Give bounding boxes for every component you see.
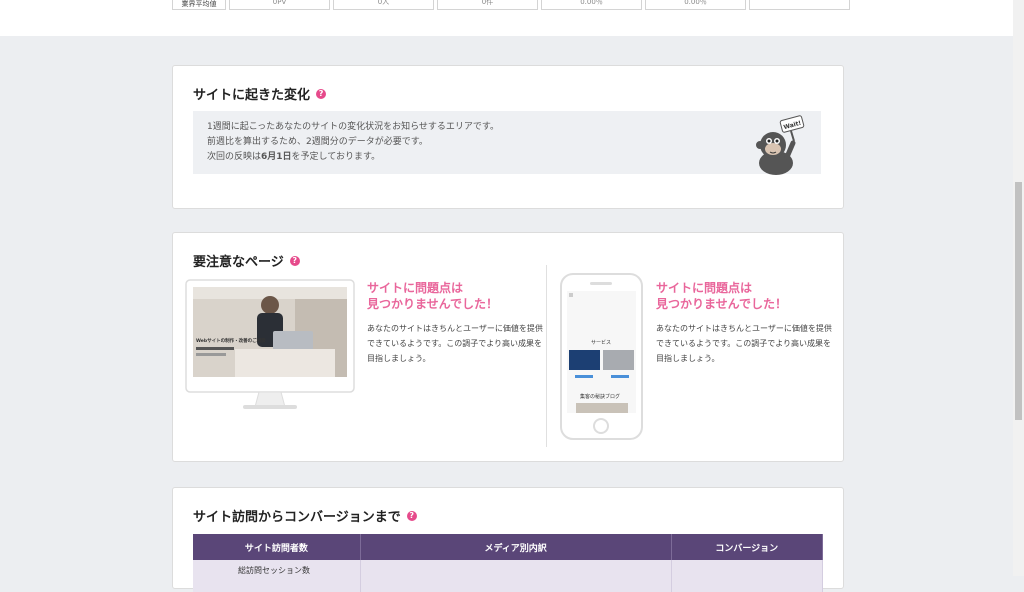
media-cell bbox=[360, 560, 672, 592]
help-icon[interactable]: ? bbox=[316, 88, 327, 99]
attention-pages-card: 要注意なページ ? Webサイトの制作・改善のご相談 サイトに問題点は 見つかり… bbox=[172, 232, 844, 462]
divider bbox=[546, 265, 547, 447]
site-change-title: サイトに起きた変化 bbox=[193, 88, 311, 103]
info-line-1: 1週間に起こったあなたのサイトの変化状況をお知らせするエリアです。 bbox=[207, 122, 500, 132]
scrollbar[interactable] bbox=[1013, 0, 1024, 576]
sp-headline: サイトに問題点は 見つかりませんでした！ bbox=[656, 281, 788, 311]
conversion-title-wrap: サイト訪問からコンバージョンまで ? bbox=[193, 506, 417, 525]
pc-screen-caption: Webサイトの制作・改善のご相談 bbox=[196, 337, 266, 344]
visitors-cell: 総訪問セッション数 bbox=[193, 560, 361, 592]
monkey-mascot-icon: Wait! bbox=[756, 115, 805, 175]
sp-blog-label: 集客の秘訣ブログ bbox=[580, 393, 620, 400]
attention-title-wrap: 要注意なページ ? bbox=[193, 251, 300, 270]
help-icon[interactable]: ? bbox=[406, 510, 417, 521]
average-cell: 0人 bbox=[333, 0, 434, 10]
conversion-title: サイト訪問からコンバージョンまで bbox=[193, 510, 401, 525]
industry-average-row: 業界平均値 0PV 0人 0件 0.00％ 0.00％ bbox=[172, 0, 850, 10]
info-line-2: 前週比を算出するため、2週間分のデータが必要です。 bbox=[207, 137, 428, 147]
conversion-cell bbox=[671, 560, 823, 592]
conversion-card: サイト訪問からコンバージョンまで ? サイト訪問者数 メディア別内訳 コンバージ… bbox=[172, 487, 844, 592]
total-sessions-label: 総訪問セッション数 bbox=[238, 566, 310, 575]
header-media-breakdown: メディア別内訳 bbox=[360, 534, 672, 560]
pc-monitor-preview: Webサイトの制作・改善のご相談 bbox=[185, 279, 355, 409]
site-change-card: サイトに起きた変化 ? 1週間に起こったあなたのサイトの変化状況をお知らせするエ… bbox=[172, 65, 844, 209]
header-conversion: コンバージョン bbox=[671, 534, 823, 560]
sp-description: あなたのサイトはきちんとユーザーに価値を提供できているようです。この調子でより高… bbox=[656, 324, 832, 363]
site-change-title-wrap: サイトに起きた変化 ? bbox=[193, 84, 327, 103]
scrollbar-thumb[interactable] bbox=[1015, 182, 1022, 420]
average-cell: 0件 bbox=[437, 0, 538, 10]
pc-description: あなたのサイトはきちんとユーザーに価値を提供できているようです。この調子でより高… bbox=[367, 324, 543, 363]
average-cell bbox=[749, 0, 850, 10]
sp-service-label: サービス bbox=[591, 339, 611, 346]
average-cell: 0PV bbox=[229, 0, 330, 10]
info-line-3: 次回の反映は6月1日を予定しております。 bbox=[207, 152, 381, 162]
industry-average-label: 業界平均値 bbox=[172, 0, 226, 10]
average-cell: 0.00％ bbox=[645, 0, 746, 10]
site-change-info-box: 1週間に起こったあなたのサイトの変化状況をお知らせするエリアです。 前週比を算出… bbox=[193, 111, 821, 175]
average-cell: 0.00％ bbox=[541, 0, 642, 10]
help-icon[interactable]: ? bbox=[289, 255, 300, 266]
pc-headline: サイトに問題点は 見つかりませんでした！ bbox=[367, 281, 499, 311]
header-visitors: サイト訪問者数 bbox=[193, 534, 361, 560]
smartphone-preview: サービス 集客の秘訣ブログ bbox=[560, 273, 643, 440]
conversion-table: サイト訪問者数 メディア別内訳 コンバージョン 総訪問セッション数 bbox=[193, 534, 823, 592]
attention-title: 要注意なページ bbox=[193, 255, 284, 270]
